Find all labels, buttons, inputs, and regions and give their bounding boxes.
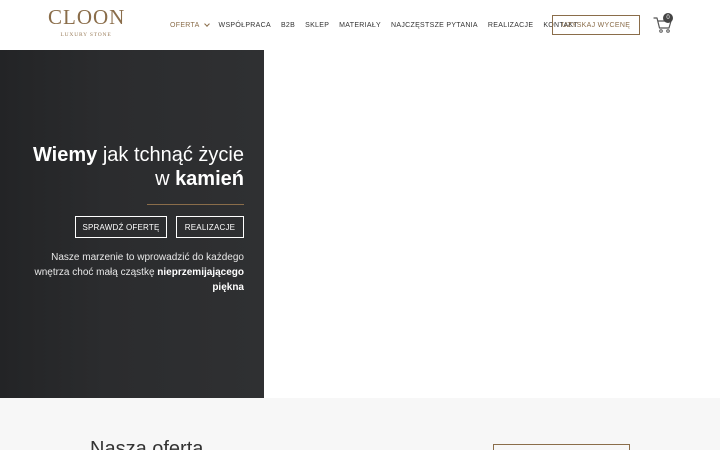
section-title: Nasza oferta: [90, 438, 204, 450]
nav-item-materialy[interactable]: MATERIAŁY: [339, 22, 381, 29]
cart-count-badge: 0: [663, 13, 673, 23]
logo-tagline: LUXURY STONE: [60, 32, 112, 38]
offer-section: Nasza oferta: [0, 398, 720, 450]
nav-item-label: WSPÓŁPRACA: [218, 21, 271, 29]
site-header: CLOON LUXURY STONE OFERTA WSPÓŁPRACA B2B…: [0, 0, 720, 50]
hero-title-light-2: w: [155, 168, 176, 190]
hero-title-light-1: jak tchnąć życie: [97, 144, 244, 166]
nav-item-b2b[interactable]: B2B: [281, 22, 295, 29]
nav-item-label: B2B: [280, 21, 296, 29]
chevron-down-icon: [203, 21, 210, 27]
check-offer-button[interactable]: SPRAWDŹ OFERTĘ: [75, 216, 167, 238]
hero-divider: [147, 204, 244, 205]
main-nav: OFERTA WSPÓŁPRACA B2B SKLEP MATERIAŁY NA…: [170, 19, 588, 31]
nav-item-sklep[interactable]: SKLEP: [305, 22, 329, 29]
nav-item-wspolpraca[interactable]: WSPÓŁPRACA: [219, 22, 271, 29]
hero-image-area: [264, 50, 720, 398]
logo-wordmark: CLOON: [48, 5, 126, 29]
hero-title-bold-1: Wiemy: [32, 144, 98, 166]
nav-item-label: REALIZACJE: [487, 21, 534, 29]
get-quote-button[interactable]: UZYSKAJ WYCENĘ: [552, 15, 640, 35]
nav-item-label: MATERIAŁY: [339, 21, 382, 29]
hero-panel: Wiemy jak tchnąć życie w kamień SPRAWDŹ …: [0, 50, 264, 398]
nav-item-realizacje[interactable]: REALIZACJE: [488, 22, 533, 29]
nav-item-label: OFERTA: [170, 21, 200, 29]
hero-title: Wiemy jak tchnąć życie w kamień: [14, 143, 244, 191]
projects-button[interactable]: REALIZACJE: [176, 216, 244, 238]
section-button[interactable]: [493, 444, 630, 450]
hero-title-bold-2: kamień: [175, 168, 244, 190]
hero-description: Nasze marzenie to wprowadzić do każdego …: [14, 250, 244, 295]
hero-description-bold: nieprzemijającego piękna: [157, 267, 244, 293]
nav-item-oferta[interactable]: OFERTA: [170, 21, 210, 29]
nav-item-label: NAJCZĘSTSZE PYTANIA: [391, 21, 478, 29]
nav-item-label: SKLEP: [305, 21, 330, 29]
nav-item-faq[interactable]: NAJCZĘSTSZE PYTANIA: [391, 22, 478, 29]
logo[interactable]: CLOON LUXURY STONE: [48, 7, 124, 43]
